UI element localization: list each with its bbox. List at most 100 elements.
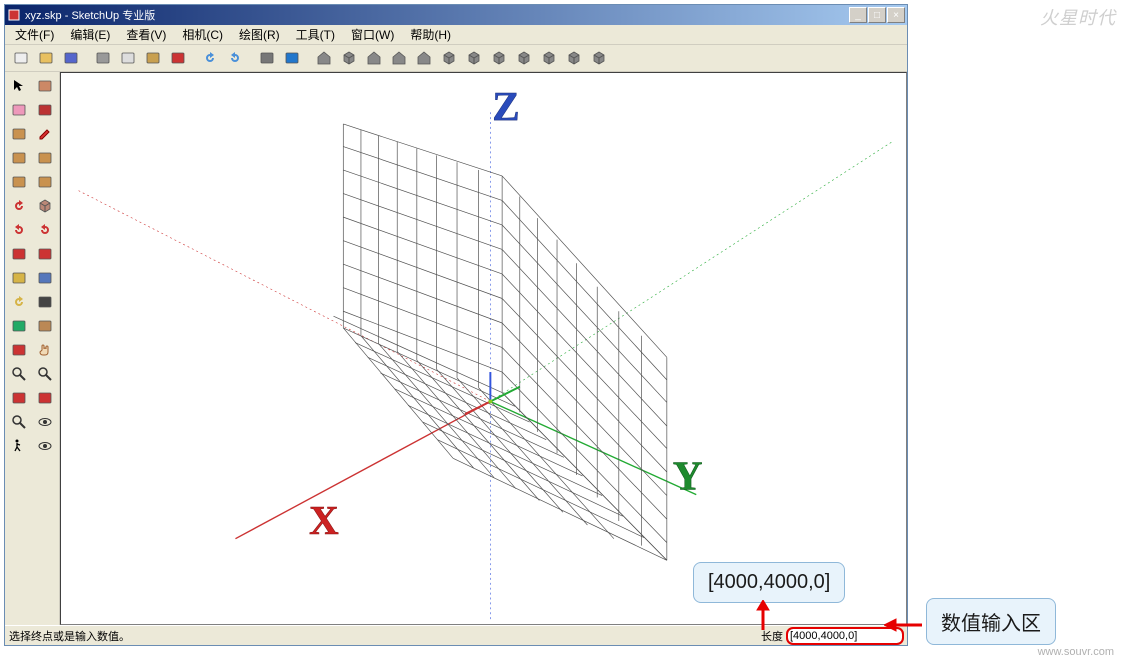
iso-button[interactable] [32,194,57,217]
arc-icon [37,150,53,166]
menu-item[interactable]: 帮助(H) [402,24,459,45]
protractor-icon [11,294,27,310]
section-icon [37,318,53,334]
app-icon [7,8,21,22]
box-b-icon [441,50,457,66]
redo-button[interactable] [223,46,247,70]
poly-button[interactable] [6,170,31,193]
house-b-button[interactable] [362,46,386,70]
menu-item[interactable]: 窗口(W) [343,24,402,45]
status-hint: 选择终点或是输入数值。 [9,628,761,644]
look-button[interactable] [32,410,57,433]
zoom-win-button[interactable] [6,386,31,409]
pan-l-button[interactable] [6,242,31,265]
undo-icon [202,50,218,66]
app-window: xyz.skp - SketchUp 专业版 _ □ × 文件(F)编辑(E)查… [4,4,908,646]
house-a-button[interactable] [312,46,336,70]
delete-button[interactable] [166,46,190,70]
pan-r-button[interactable] [32,242,57,265]
dropper-button[interactable] [6,410,31,433]
select-button[interactable] [6,74,31,97]
globe-button[interactable] [587,46,611,70]
print-button[interactable] [255,46,279,70]
tape-icon [11,270,27,286]
pan-l-icon [11,246,27,262]
torus-icon [541,50,557,66]
menu-item[interactable]: 绘图(R) [231,24,288,45]
open-button[interactable] [34,46,58,70]
material-icon [37,102,53,118]
torus-button[interactable] [537,46,561,70]
menu-item[interactable]: 查看(V) [118,24,174,45]
cyl-button[interactable] [462,46,486,70]
text-icon [37,294,53,310]
box-b-button[interactable] [437,46,461,70]
eye-icon [37,438,53,454]
freehand-button[interactable] [32,170,57,193]
look-icon [37,414,53,430]
info-button[interactable] [280,46,304,70]
undo-button[interactable] [198,46,222,70]
paint-button[interactable] [32,74,57,97]
watermark-top: 火星时代 [1040,4,1116,30]
cone-icon [516,50,532,66]
eye-button[interactable] [32,434,57,457]
house-a-icon [316,50,332,66]
menu-item[interactable]: 编辑(E) [62,24,118,45]
maximize-button[interactable]: □ [868,7,886,23]
annotation-arrow-down [754,600,772,636]
section-button[interactable] [32,314,57,337]
rot-ccw-button[interactable] [6,218,31,241]
circle-button[interactable] [6,146,31,169]
copy-icon [120,50,136,66]
zoom-ext-icon [37,366,53,382]
close-button[interactable]: × [887,7,905,23]
rotate3d-button[interactable] [6,194,31,217]
prev-button[interactable] [32,386,57,409]
info-icon [284,50,300,66]
hand-button[interactable] [32,338,57,361]
protractor-button[interactable] [6,290,31,313]
orbit-button[interactable] [6,338,31,361]
zoom-button[interactable] [6,362,31,385]
open-icon [38,50,54,66]
rect-button[interactable] [6,122,31,145]
dim-button[interactable] [32,266,57,289]
save-button[interactable] [59,46,83,70]
layers-button[interactable] [562,46,586,70]
axes-button[interactable] [6,314,31,337]
dim-icon [37,270,53,286]
menu-item[interactable]: 工具(T) [288,24,343,45]
pencil-button[interactable] [32,122,57,145]
freehand-icon [37,174,53,190]
new-button[interactable] [9,46,33,70]
house-b-icon [366,50,382,66]
house-c-icon [391,50,407,66]
walk-button[interactable] [6,434,31,457]
minimize-button[interactable]: _ [849,7,867,23]
menubar: 文件(F)编辑(E)查看(V)相机(C)绘图(R)工具(T)窗口(W)帮助(H) [5,25,907,45]
copy-button[interactable] [116,46,140,70]
sphere-icon [491,50,507,66]
menu-item[interactable]: 相机(C) [174,24,231,45]
cone-button[interactable] [512,46,536,70]
arc-button[interactable] [32,146,57,169]
axis-z-label: Z [492,83,519,129]
globe-icon [591,50,607,66]
material-button[interactable] [32,98,57,121]
viewport-3d[interactable]: Z X Y [60,72,907,625]
orbit-icon [11,342,27,358]
box-a-button[interactable] [337,46,361,70]
rot-cw-button[interactable] [32,218,57,241]
house-c-button[interactable] [387,46,411,70]
cut-button[interactable] [91,46,115,70]
sphere-button[interactable] [487,46,511,70]
eraser-button[interactable] [6,98,31,121]
house-d-button[interactable] [412,46,436,70]
zoom-ext-button[interactable] [32,362,57,385]
text-button[interactable] [32,290,57,313]
paste-button[interactable] [141,46,165,70]
toolbar-left [5,72,60,625]
tape-button[interactable] [6,266,31,289]
menu-item[interactable]: 文件(F) [7,24,62,45]
